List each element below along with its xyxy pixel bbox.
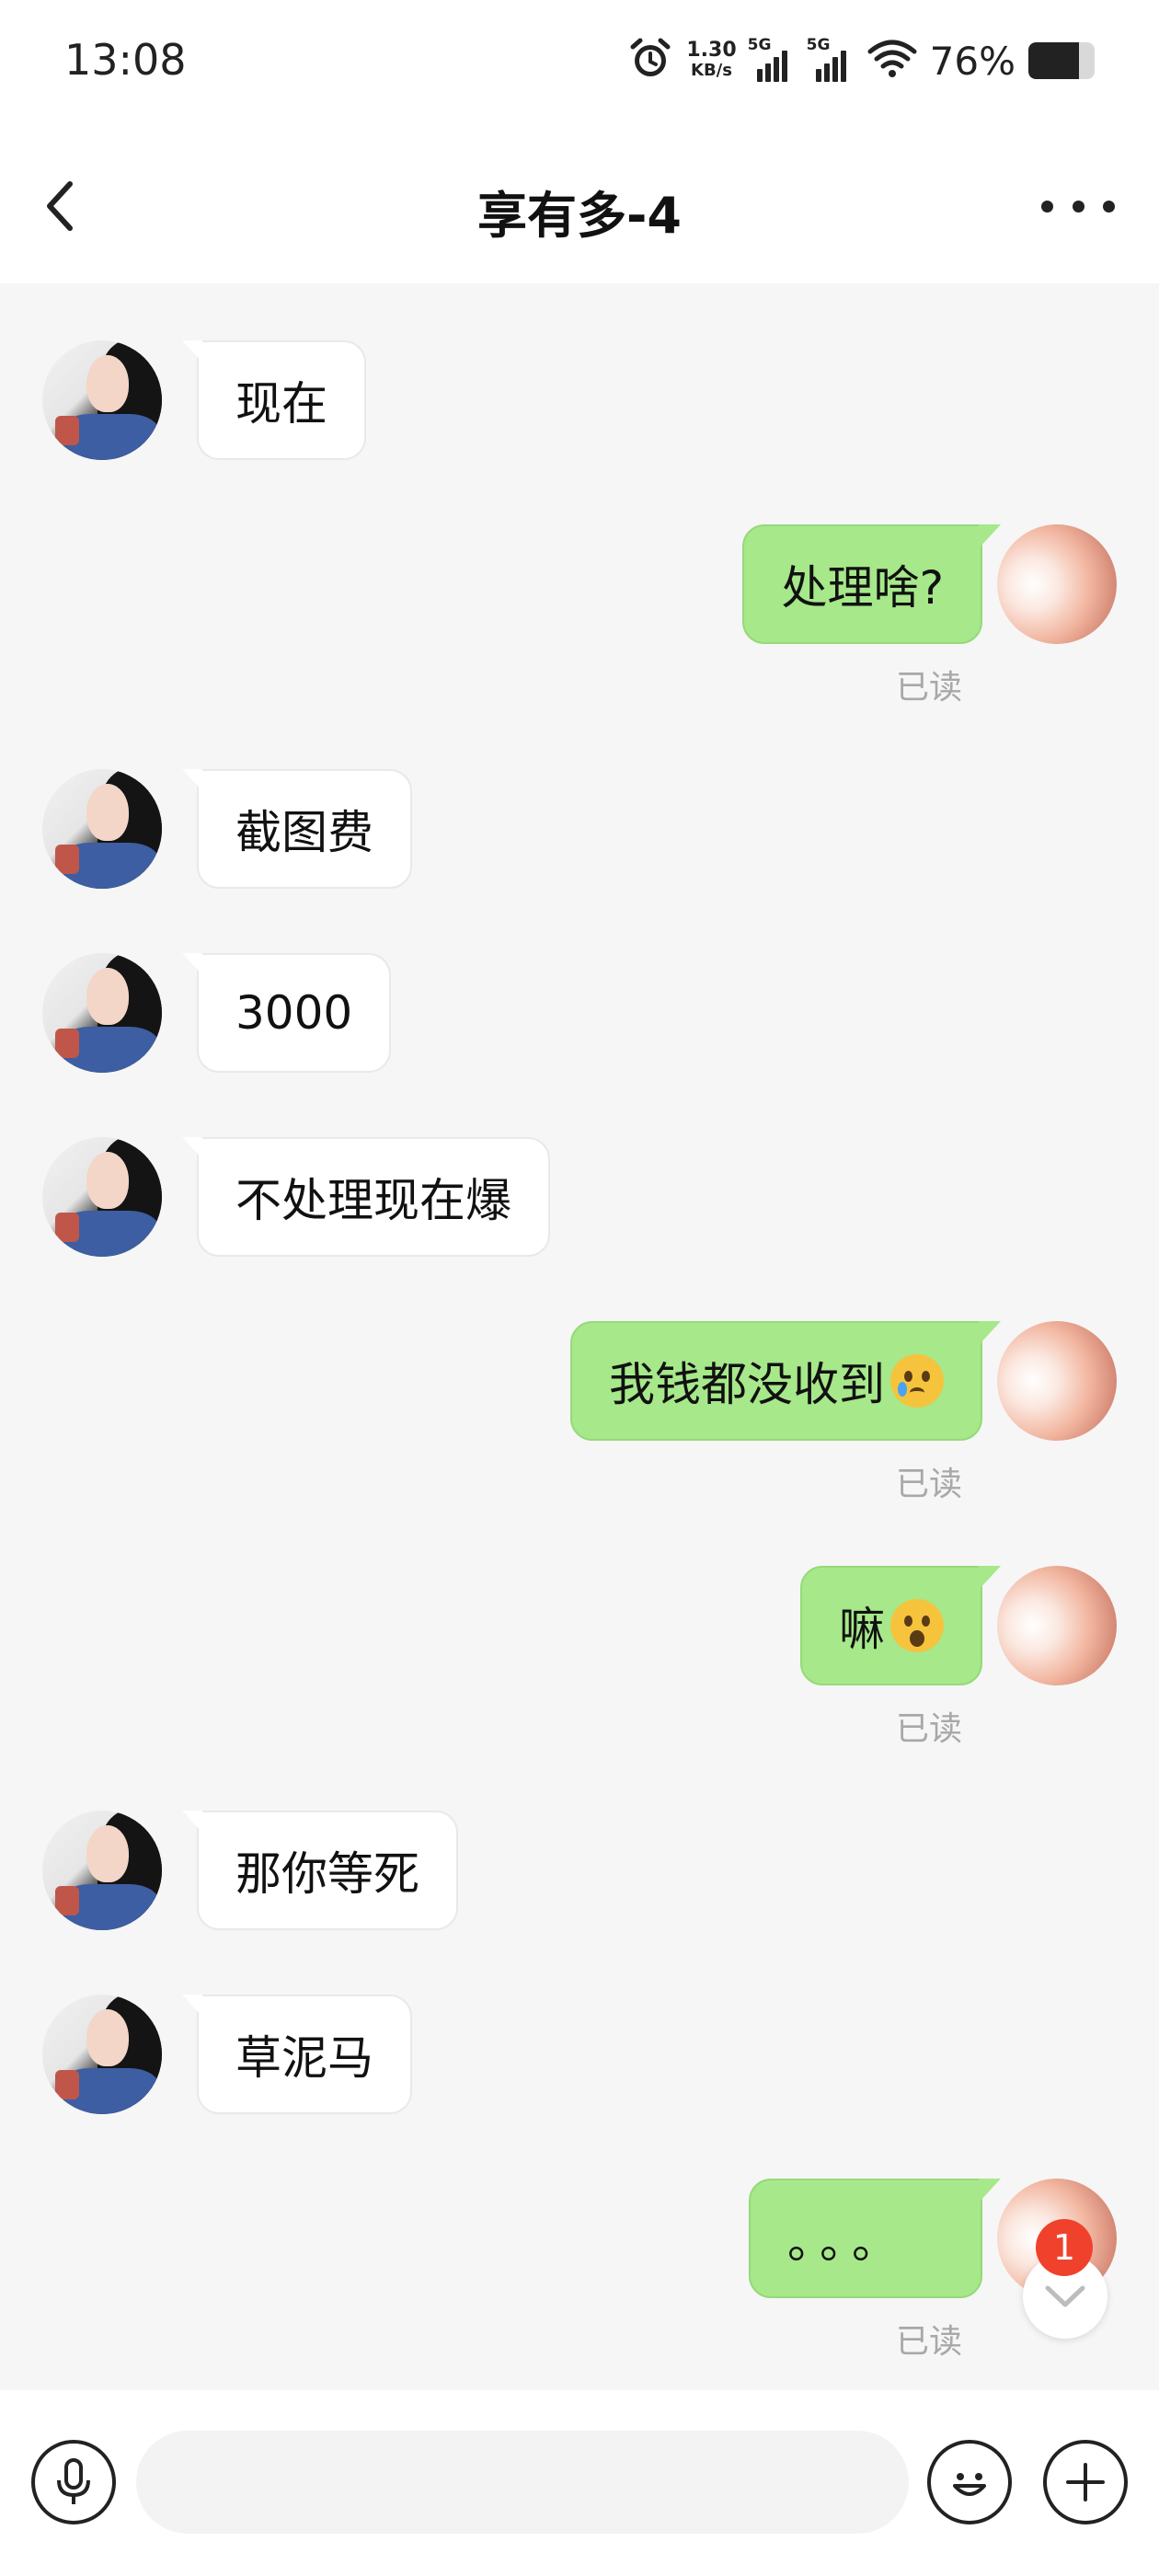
signal-sim1-icon: 5G [748, 36, 796, 82]
message-text: 那你等死 [235, 1847, 419, 1901]
contact-avatar[interactable] [42, 1995, 162, 2114]
chat-title: 享有多-4 [477, 187, 682, 245]
my-avatar[interactable] [997, 1321, 1117, 1441]
message-text: 我钱都没收到 [609, 1358, 885, 1411]
status-bar: 13:08 1.30 KB/s 5G 5G 76% [0, 0, 1159, 129]
status-time: 13:08 [64, 35, 187, 85]
message-text: 处理啥? [781, 561, 944, 615]
add-button[interactable] [1043, 2440, 1128, 2524]
message-text: 3000 [235, 986, 353, 1040]
contact-avatar[interactable] [42, 953, 162, 1073]
alarm-icon [627, 36, 673, 86]
outgoing-message[interactable]: 我钱都没收到 [570, 1321, 1001, 1441]
outgoing-message[interactable]: 嘛 [800, 1566, 1001, 1685]
contact-avatar[interactable] [42, 1137, 162, 1257]
incoming-message[interactable]: 截图费 [182, 769, 412, 889]
emoji-button[interactable] [927, 2440, 1012, 2524]
plus-icon [1066, 2463, 1105, 2501]
battery-percent: 76% [929, 38, 1016, 84]
more-button[interactable] [1041, 180, 1115, 232]
incoming-message[interactable]: 草泥马 [182, 1995, 412, 2114]
sim2-label: 5G [806, 36, 831, 54]
astonished-face-icon [890, 1599, 944, 1652]
unread-count-badge[interactable]: 1 [1036, 2219, 1093, 2276]
signal-sim2-icon: 5G [807, 36, 855, 82]
message-text: 嘛 [839, 1603, 885, 1656]
incoming-message[interactable]: 3000 [181, 953, 392, 1073]
incoming-message[interactable]: 不处理现在爆 [182, 1137, 550, 1257]
sim1-label: 5G [747, 36, 772, 54]
voice-button[interactable] [31, 2440, 116, 2524]
contact-avatar[interactable] [42, 769, 162, 889]
message-text: 现在 [235, 377, 327, 431]
message-input[interactable] [136, 2431, 909, 2534]
outgoing-message[interactable]: 处理啥? [742, 524, 1001, 644]
battery-icon [1028, 42, 1095, 79]
read-receipt: 已读 [896, 1466, 963, 1503]
network-speed-value: 1.30 [686, 39, 737, 62]
read-receipt: 已读 [896, 2323, 963, 2361]
message-text: 不处理现在爆 [235, 1174, 511, 1227]
read-receipt: 已读 [896, 1710, 963, 1748]
crying-face-icon [890, 1354, 944, 1408]
contact-avatar[interactable] [42, 1811, 162, 1930]
my-avatar[interactable] [997, 1566, 1117, 1685]
network-speed-unit: KB/s [691, 61, 732, 80]
smiley-icon [953, 2473, 986, 2496]
microphone-icon [57, 2458, 90, 2504]
battery-fill [1028, 42, 1079, 79]
more-horizontal-icon [1041, 200, 1053, 213]
message-text: 草泥马 [235, 2031, 373, 2085]
incoming-message[interactable]: 那你等死 [182, 1811, 458, 1930]
outgoing-message[interactable]: 。。。 [749, 2179, 1001, 2298]
incoming-message[interactable]: 现在 [182, 340, 366, 460]
status-icons: 1.30 KB/s 5G 5G 76% [627, 35, 1095, 86]
read-receipt: 已读 [896, 669, 963, 707]
my-avatar[interactable] [997, 524, 1117, 644]
network-speed: 1.30 KB/s [686, 40, 736, 81]
message-text: 截图费 [235, 806, 373, 859]
contact-avatar[interactable] [42, 340, 162, 460]
message-text: 。。。 [787, 2215, 907, 2269]
chevron-down-icon [1045, 2285, 1085, 2307]
wifi-icon [867, 39, 917, 83]
